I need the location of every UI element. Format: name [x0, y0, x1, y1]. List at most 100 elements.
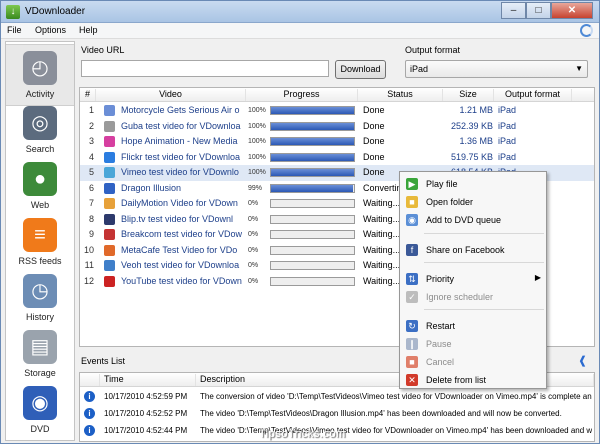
app-window: ↓ VDownloader – □ ✕ File Options Help ◴ A… — [0, 0, 600, 444]
priority-icon: ⇅ — [406, 273, 418, 285]
video-name: MetaCafe Test Video for VDo — [121, 244, 238, 255]
maximize-button[interactable]: □ — [526, 2, 551, 19]
context-menu-item-share-on-facebook[interactable]: f Share on Facebook — [402, 242, 545, 258]
dvd-icon: ◉ — [23, 386, 57, 420]
menu-file[interactable]: File — [7, 25, 22, 35]
progress-bar — [270, 121, 355, 131]
progress-percent: 0% — [248, 200, 259, 207]
row-number: 6 — [88, 182, 94, 193]
progress-fill — [271, 122, 354, 130]
watermark-text: TipsoTricks.com — [259, 428, 346, 440]
video-site-icon — [104, 105, 115, 116]
menu-help[interactable]: Help — [79, 25, 98, 35]
progress-bar — [270, 276, 355, 286]
event-row[interactable]: i 10/17/2010 4:52:52 PM The video 'D:\Temp… — [80, 407, 594, 423]
folder-icon: ■ — [406, 196, 418, 208]
progress-percent: 100% — [248, 107, 266, 114]
progress-percent: 100% — [248, 122, 266, 130]
context-menu-item-add-to-dvd-queue[interactable]: ◉ Add to DVD queue — [402, 212, 545, 228]
col-progress[interactable]: Progress — [246, 89, 358, 101]
sidebar-item-label: DVD — [30, 424, 50, 434]
close-button[interactable]: ✕ — [551, 2, 593, 19]
delete-icon: ✕ — [406, 374, 418, 386]
col-size[interactable]: Size — [443, 89, 494, 101]
output-format-select[interactable]: iPad ▼ — [405, 60, 588, 78]
context-menu-item-delete-from-list[interactable]: ✕ Delete from list — [402, 372, 545, 388]
context-menu-label: Priority — [426, 274, 455, 284]
sidebar-item-search[interactable]: ◎ Search — [6, 100, 74, 162]
event-time: 10/17/2010 4:52:44 PM — [104, 426, 188, 435]
video-name: YouTube test video for VDown — [121, 275, 242, 286]
menu-options[interactable]: Options — [35, 25, 66, 35]
row-number: 12 — [83, 275, 94, 286]
row-format: iPad — [498, 105, 517, 115]
row-format: iPad — [498, 136, 517, 146]
progress-percent: 100% — [248, 138, 266, 145]
row-format: iPad — [498, 151, 517, 162]
context-menu-label: Play file — [426, 179, 458, 189]
row-status: Done — [363, 120, 385, 131]
table-row[interactable]: 3 Hope Animation - New Media 100% Done 1.36 … — [80, 134, 594, 150]
progress-bar — [270, 152, 355, 162]
facebook-icon: f — [406, 244, 418, 256]
progress-bar — [270, 183, 355, 193]
video-site-icon — [104, 120, 115, 132]
event-row[interactable]: i 10/17/2010 4:52:59 PM The conversion of … — [80, 390, 594, 406]
col-status[interactable]: Status — [358, 89, 443, 101]
context-menu-item-play-file[interactable]: ▶ Play file — [402, 176, 545, 192]
context-menu-item-priority[interactable]: ⇅ Priority ▶ — [402, 271, 545, 287]
video-url-input[interactable] — [81, 60, 329, 77]
sidebar-item-storage[interactable]: ▤ Storage — [6, 324, 74, 386]
context-menu-item-ignore-scheduler: ✓ Ignore scheduler — [402, 289, 545, 305]
event-time: 10/17/2010 4:52:59 PM — [104, 392, 188, 401]
row-status: Done — [363, 151, 385, 162]
sidebar-item-history[interactable]: ◷ History — [6, 268, 74, 330]
progress-percent: 0% — [248, 262, 259, 269]
title-bar: ↓ VDownloader – □ ✕ — [1, 1, 599, 23]
chevron-down-icon: ▼ — [575, 64, 583, 73]
video-name: Motorcycle Gets Serious Air o — [121, 105, 240, 115]
progress-percent: 0% — [248, 246, 259, 254]
context-menu-item-restart[interactable]: ↻ Restart — [402, 318, 545, 334]
loading-spinner-icon — [580, 24, 593, 37]
video-site-icon — [104, 198, 115, 209]
storage-icon: ▤ — [23, 330, 57, 364]
row-number: 11 — [84, 260, 94, 270]
row-status: Done — [363, 136, 385, 146]
collapse-chevron-icon[interactable]: ❰ — [578, 354, 587, 367]
sidebar-item-web[interactable]: ● Web — [6, 156, 74, 218]
table-row[interactable]: 2 Guba test video for VDownloa 100% Done 252… — [80, 119, 594, 135]
video-url-label: Video URL — [81, 45, 125, 55]
row-size: 1.21 MB — [459, 105, 493, 115]
context-menu-item-cancel: ■ Cancel — [402, 354, 545, 370]
row-size: 252.39 KB — [450, 120, 493, 131]
download-button[interactable]: Download — [335, 60, 386, 79]
row-status: Done — [363, 105, 385, 115]
sidebar-item-rss-feeds[interactable]: ≡ RSS feeds — [6, 212, 74, 274]
sidebar-item-label: Web — [30, 200, 50, 210]
video-name: Blip.tv test video for VDownl — [121, 213, 234, 224]
pause-icon: ❙ — [406, 338, 418, 350]
minimize-button[interactable]: – — [501, 2, 526, 19]
table-row[interactable]: 4 Flickr test video for VDownloa 100% Done 5… — [80, 150, 594, 166]
progress-bar — [270, 106, 355, 115]
col-number[interactable]: # — [80, 89, 96, 101]
sidebar-item-activity[interactable]: ◴ Activity — [6, 44, 74, 106]
app-logo-icon: ↓ — [6, 5, 20, 19]
video-name: Veoh test video for VDownloa — [121, 260, 240, 270]
progress-bar — [270, 214, 355, 224]
progress-percent: 99% — [248, 184, 263, 192]
row-number: 7 — [88, 198, 94, 208]
col-output-format[interactable]: Output format — [494, 89, 572, 101]
col-video[interactable]: Video — [96, 89, 246, 101]
rss-icon: ≡ — [23, 218, 57, 252]
col-time[interactable]: Time — [100, 374, 196, 386]
sidebar-item-dvd[interactable]: ◉ DVD — [6, 380, 74, 442]
progress-fill — [271, 138, 354, 145]
video-name: Flickr test video for VDownloa — [121, 151, 241, 162]
context-menu-label: Share on Facebook — [426, 245, 505, 255]
table-row[interactable]: 1 Motorcycle Gets Serious Air o 100% Done 1.… — [80, 103, 594, 119]
row-number: 10 — [83, 244, 94, 255]
context-menu-item-open-folder[interactable]: ■ Open folder — [402, 194, 545, 210]
progress-fill — [271, 153, 354, 161]
